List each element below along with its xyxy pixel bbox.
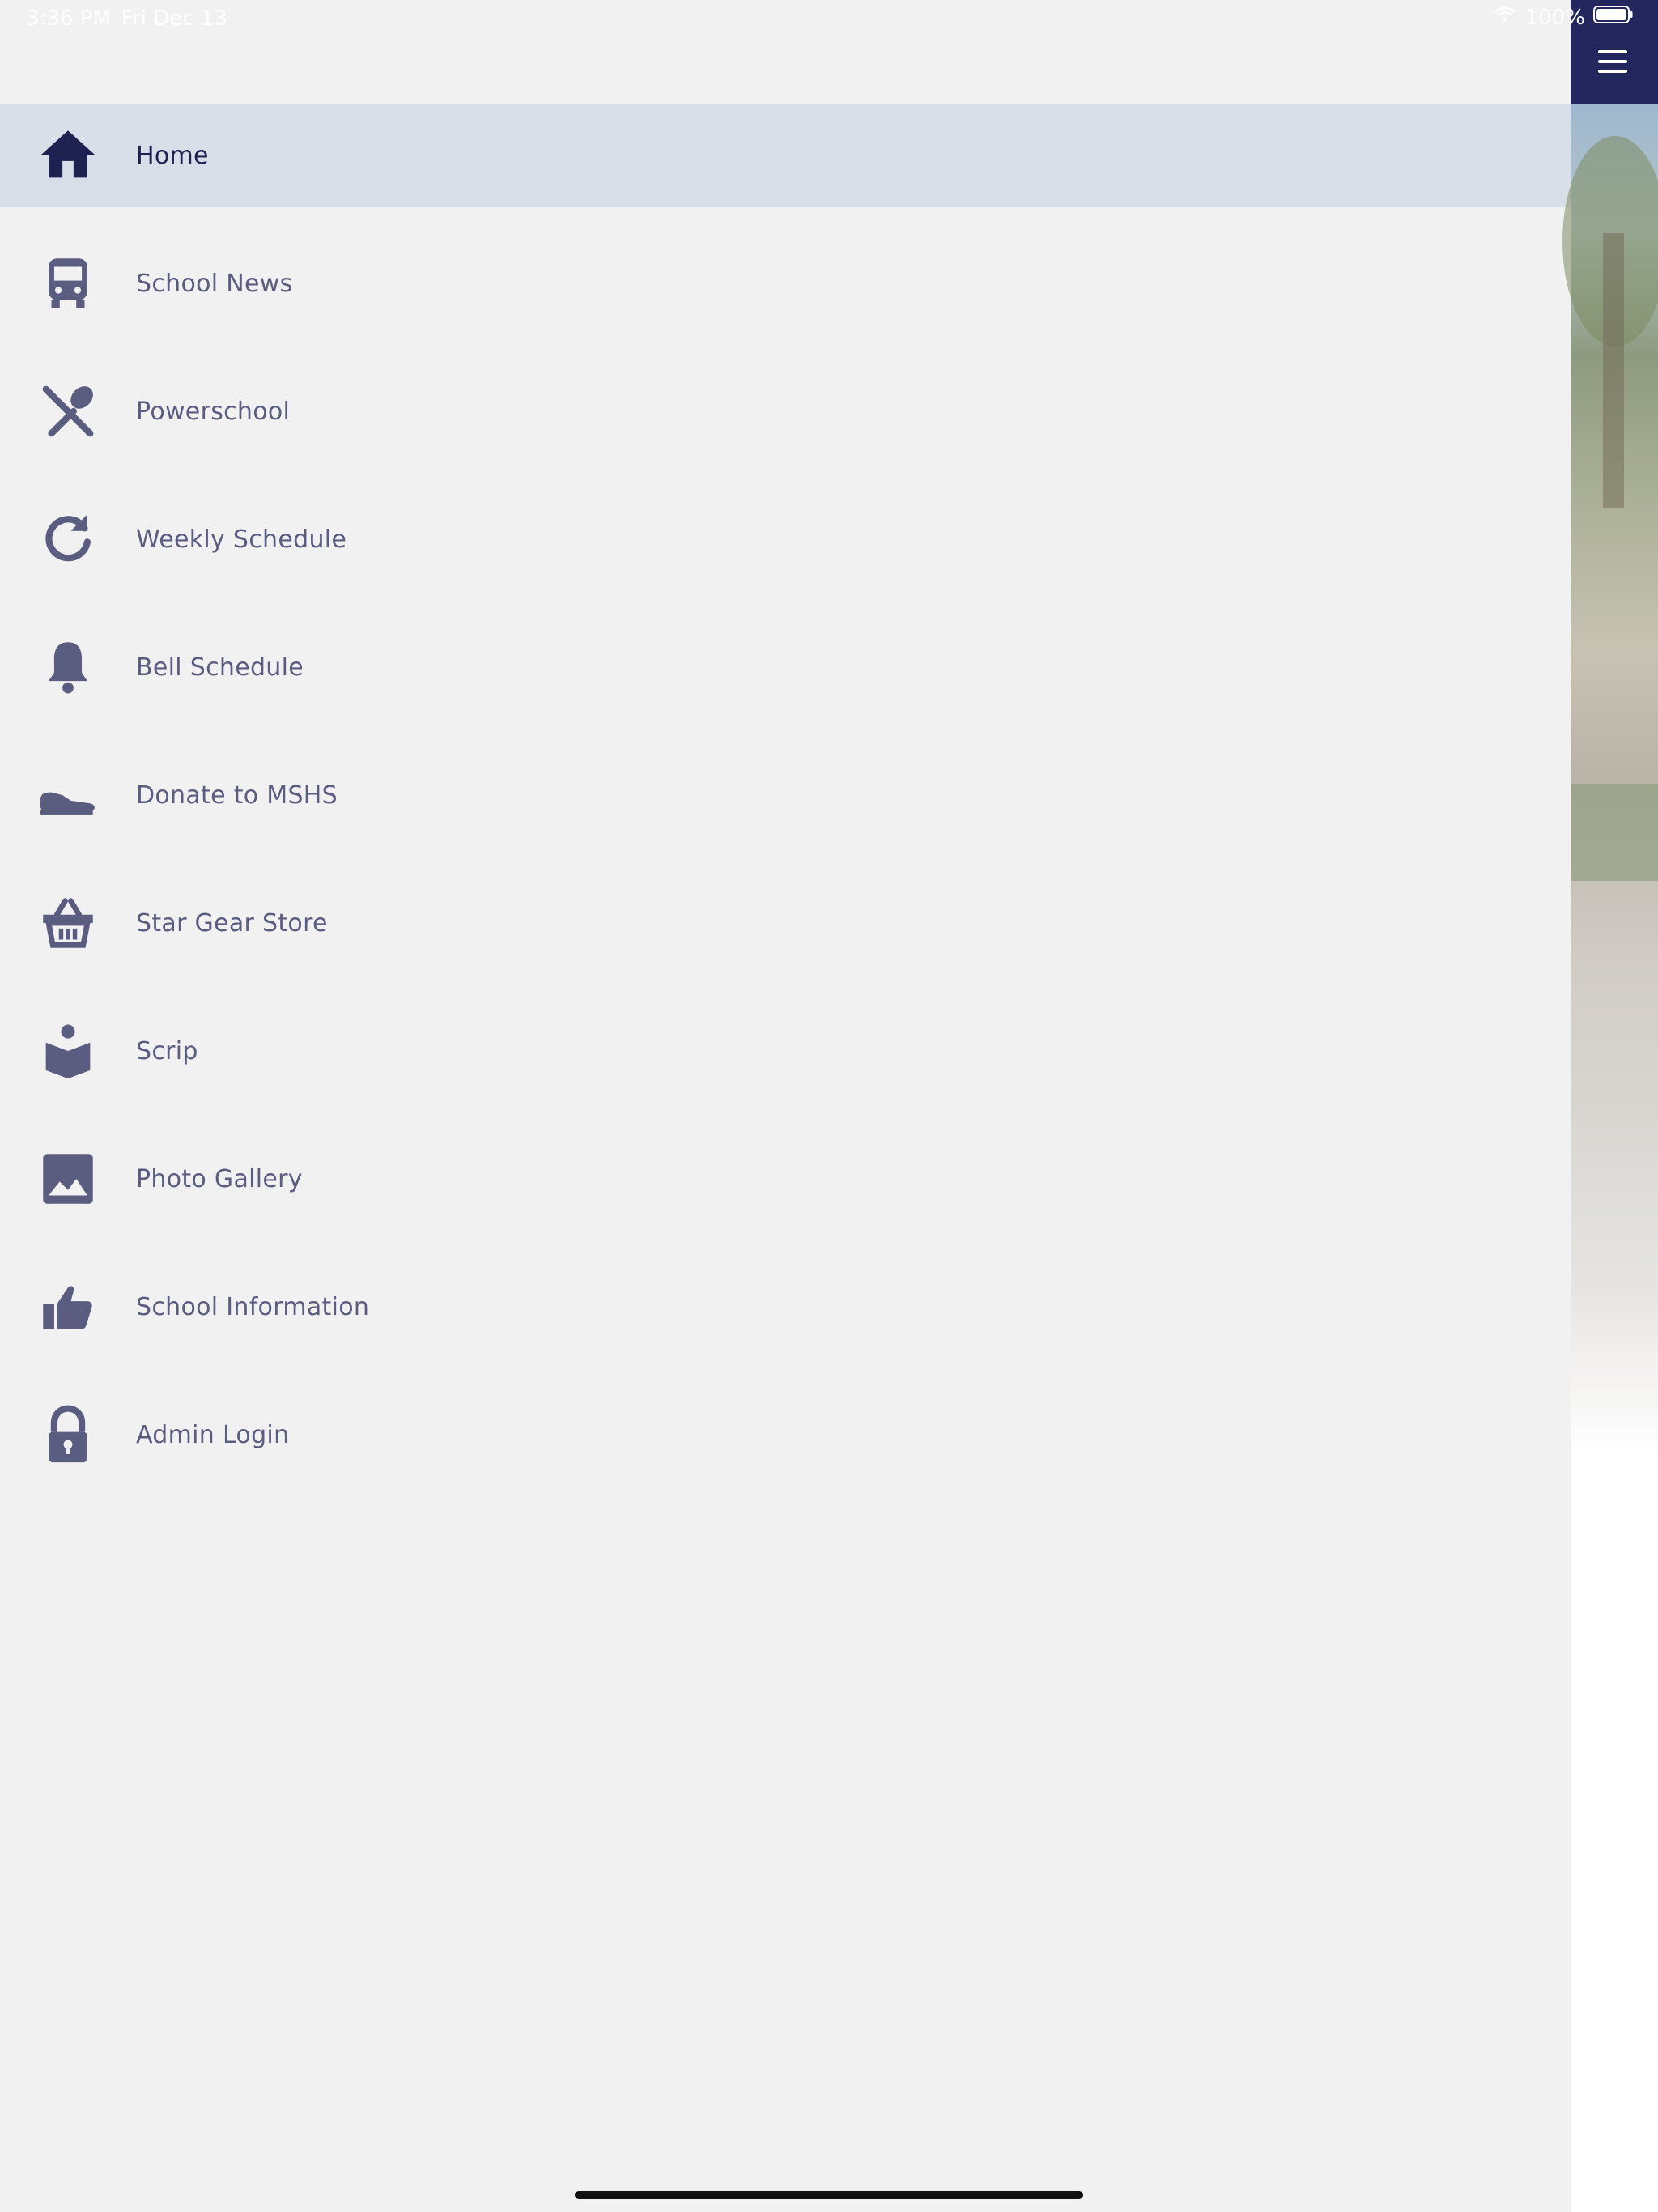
bell-icon xyxy=(34,633,102,701)
refresh-icon xyxy=(34,505,102,573)
menu-item-home[interactable]: Home xyxy=(0,104,1571,207)
home-indicator[interactable] xyxy=(575,2191,1083,2199)
thumbs-up-icon xyxy=(34,1273,102,1341)
menu-item-label: School News xyxy=(136,269,293,298)
shrubs xyxy=(1571,784,1658,881)
menu-item-powerschool[interactable]: Powerschool xyxy=(0,359,1571,463)
status-date: Fri Dec 13 xyxy=(121,6,227,31)
lock-icon xyxy=(34,1401,102,1469)
menu-item-label: Bell Schedule xyxy=(136,653,304,682)
status-right: 100% xyxy=(1493,5,1634,30)
menu-item-label: Scrip xyxy=(136,1036,198,1066)
screen: Home School News Powerschool Weekly Sche… xyxy=(0,0,1658,2212)
basket-icon xyxy=(34,889,102,957)
navigation-drawer: Home School News Powerschool Weekly Sche… xyxy=(0,0,1571,2212)
menu-item-donate[interactable]: Donate to MSHS xyxy=(0,743,1571,847)
battery-percentage: 100% xyxy=(1524,5,1585,30)
hamburger-line xyxy=(1598,70,1627,73)
menu-item-label: School Information xyxy=(136,1292,370,1321)
menu-item-label: Donate to MSHS xyxy=(136,781,338,810)
menu-item-school-news[interactable]: School News xyxy=(0,232,1571,335)
menu-item-label: Star Gear Store xyxy=(136,908,328,938)
wifi-icon xyxy=(1493,5,1517,30)
menu-item-label: Home xyxy=(136,141,209,170)
bus-icon xyxy=(34,249,102,317)
menu-item-label: Powerschool xyxy=(136,397,291,426)
menu-item-label: Admin Login xyxy=(136,1420,290,1449)
menu-item-bell-schedule[interactable]: Bell Schedule xyxy=(0,615,1571,719)
menu-item-scrip[interactable]: Scrip xyxy=(0,999,1571,1103)
home-icon xyxy=(34,121,102,189)
hamburger-line xyxy=(1598,60,1627,63)
menu-item-school-information[interactable]: School Information xyxy=(0,1255,1571,1359)
utensils-icon xyxy=(34,377,102,445)
hamburger-line xyxy=(1598,50,1627,53)
menu-list: Home School News Powerschool Weekly Sche… xyxy=(0,104,1571,1487)
menu-item-photo-gallery[interactable]: Photo Gallery xyxy=(0,1127,1571,1231)
status-bar: 3:36 PM Fri Dec 13 100% xyxy=(0,0,1658,37)
menu-item-star-gear-store[interactable]: Star Gear Store xyxy=(0,871,1571,975)
tree-trunk xyxy=(1603,233,1624,508)
status-time: 3:36 PM xyxy=(26,6,111,31)
reader-icon xyxy=(34,1017,102,1085)
menu-item-label: Weekly Schedule xyxy=(136,525,347,554)
menu-item-weekly-schedule[interactable]: Weekly Schedule xyxy=(0,487,1571,591)
menu-item-label: Photo Gallery xyxy=(136,1164,303,1193)
menu-item-admin-login[interactable]: Admin Login xyxy=(0,1383,1571,1487)
shoe-icon xyxy=(34,761,102,829)
battery-icon xyxy=(1593,5,1634,30)
hamburger-menu-button[interactable] xyxy=(1598,50,1629,74)
background-photo xyxy=(1562,104,1658,2212)
image-icon xyxy=(34,1145,102,1213)
